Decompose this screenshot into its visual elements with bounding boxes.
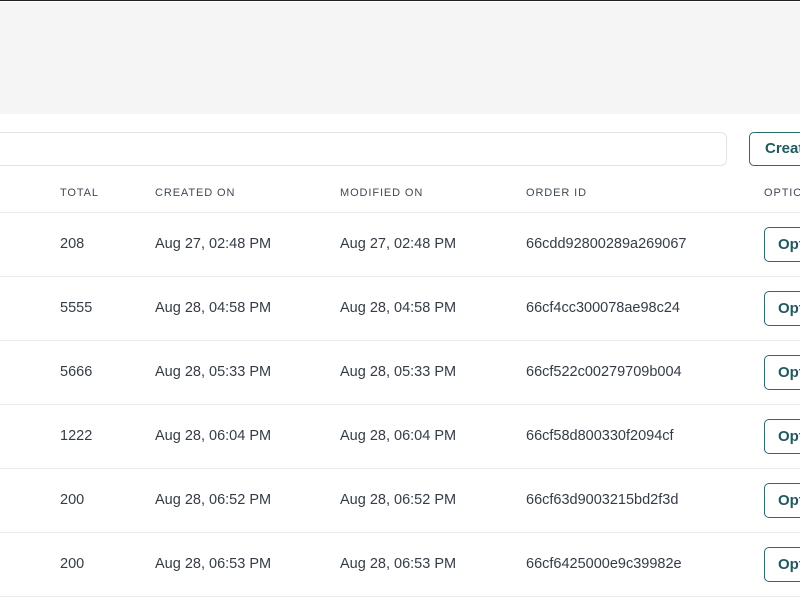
column-header-order-id: ORDER ID [526,187,587,199]
column-header-options: OPTIONS [764,187,800,199]
cell-modified-on: Aug 27, 02:48 PM [340,236,457,252]
options-button[interactable]: Options [764,291,800,326]
cell-modified-on: Aug 28, 05:33 PM [340,364,457,380]
table-row: 208 Aug 27, 02:48 PM Aug 27, 02:48 PM 66cdd… [0,213,800,277]
cell-order-id: 66cdd92800289a269067 [526,236,687,252]
cell-order-id: 66cf4cc300078ae98c24 [526,300,680,316]
cell-modified-on: Aug 28, 04:58 PM [340,300,457,316]
cell-created-on: Aug 28, 05:33 PM [155,364,272,380]
top-header-band [0,2,800,114]
cell-total: 200 [60,556,85,572]
options-button[interactable]: Options [764,355,800,390]
options-button[interactable]: Options [764,227,800,262]
table-row: 5666 Aug 28, 05:33 PM Aug 28, 05:33 PM 66cf… [0,341,800,405]
cell-created-on: Aug 28, 06:53 PM [155,556,272,572]
options-button[interactable]: Options [764,483,800,518]
cell-total: 5666 [60,364,93,380]
column-header-total: TOTAL [60,187,99,199]
table-row: 1222 Aug 28, 06:04 PM Aug 28, 06:04 PM 66cf… [0,405,800,469]
orders-page: Create TOTAL CREATED ON MODIFIED ON ORDE… [0,0,800,600]
search-input[interactable] [0,132,727,166]
cell-total: 200 [60,492,85,508]
cell-created-on: Aug 28, 04:58 PM [155,300,272,316]
options-button[interactable]: Options [764,547,800,582]
table-row: 200 Aug 28, 06:53 PM Aug 28, 06:53 PM 66cf6… [0,533,800,597]
cell-order-id: 66cf6425000e9c39982e [526,556,682,572]
create-button[interactable]: Create [749,132,800,166]
cell-order-id: 66cf522c00279709b004 [526,364,682,380]
cell-created-on: Aug 27, 02:48 PM [155,236,272,252]
cell-created-on: Aug 28, 06:04 PM [155,428,272,444]
column-header-created-on: CREATED ON [155,187,236,199]
column-header-modified-on: MODIFIED ON [340,187,424,199]
table-row: 200 Aug 28, 06:52 PM Aug 28, 06:52 PM 66cf6… [0,469,800,533]
cell-modified-on: Aug 28, 06:52 PM [340,492,457,508]
cell-total: 1222 [60,428,93,444]
cell-created-on: Aug 28, 06:52 PM [155,492,272,508]
cell-order-id: 66cf63d9003215bd2f3d [526,492,679,508]
cell-modified-on: Aug 28, 06:53 PM [340,556,457,572]
cell-total: 5555 [60,300,93,316]
options-button[interactable]: Options [764,419,800,454]
cell-total: 208 [60,236,85,252]
table-row: 5555 Aug 28, 04:58 PM Aug 28, 04:58 PM 66cf… [0,277,800,341]
cell-order-id: 66cf58d800330f2094cf [526,428,674,444]
cell-modified-on: Aug 28, 06:04 PM [340,428,457,444]
